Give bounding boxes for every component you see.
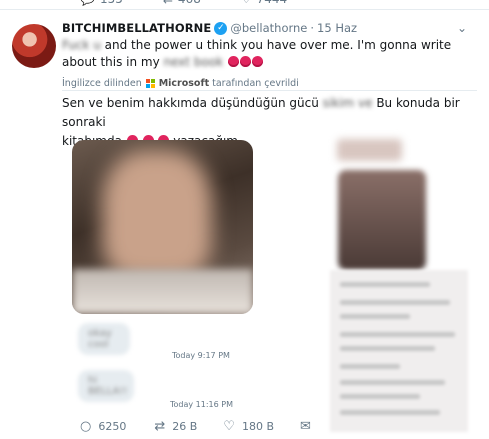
message-bubble: okay cool	[78, 323, 130, 355]
message-timestamp: Today 9:17 PM	[172, 351, 230, 360]
tweet-text: Fuck u and the power u think you have ov…	[62, 37, 477, 71]
prev-like-count[interactable]: ♡7444	[241, 0, 287, 8]
prev-retweet-count[interactable]: ⇄468	[163, 0, 201, 8]
reply-count: 6250	[98, 419, 127, 433]
like-button[interactable]: ♡ 180 B	[223, 419, 274, 434]
message-bubble: hi BELLA!!	[78, 370, 134, 402]
reply-icon: 💬	[80, 0, 95, 6]
retweet-icon: ⇄	[163, 0, 173, 6]
user-handle[interactable]: @bellathorne	[230, 21, 307, 35]
blurred-text: Fuck u	[62, 38, 101, 52]
like-count: 180 B	[241, 419, 274, 433]
microsoft-label: Microsoft	[158, 78, 210, 89]
microsoft-logo-icon	[145, 79, 155, 88]
tweet-actions: ○ 6250 ⇄ 26 B ♡ 180 B ✉	[74, 418, 311, 434]
media-photo[interactable]	[72, 140, 253, 314]
display-name[interactable]: BITCHIMBELLATHORNE	[62, 21, 211, 35]
previous-tweet-actions: 💬155 ⇄468 ♡7444	[80, 0, 287, 8]
chevron-down-icon[interactable]: ⌄	[457, 21, 467, 35]
prev-reply-count[interactable]: 💬155	[80, 0, 123, 8]
blurred-text: next book	[163, 55, 224, 69]
reply-icon: ○	[80, 418, 92, 434]
heart-icon: ♡	[241, 0, 252, 6]
retweet-icon: ⇄	[154, 418, 166, 434]
heart-icon: ♡	[223, 418, 235, 434]
tweet-date[interactable]: 15 Haz	[317, 21, 357, 35]
reply-button[interactable]: ○ 6250	[80, 419, 126, 434]
media-photo-thumbnail[interactable]	[338, 170, 426, 270]
message-timestamp: Today 11:16 PM	[170, 400, 234, 409]
angry-face-icon	[228, 56, 239, 67]
retweet-count: 26 B	[172, 419, 198, 433]
separator-dot: ·	[310, 21, 315, 35]
avatar[interactable]	[12, 24, 56, 68]
share-icon: ✉	[300, 418, 311, 434]
angry-face-icon	[252, 56, 263, 67]
tweet-header: BITCHIMBELLATHORNE ✓ @bellathorne · 15 H…	[62, 19, 481, 37]
verified-badge-icon: ✓	[214, 21, 228, 35]
media-blurred-area	[337, 139, 402, 161]
angry-face-icon	[240, 56, 251, 67]
tweet-divider	[0, 9, 489, 10]
media-screenshot[interactable]	[330, 270, 468, 432]
blurred-text: sikim ve	[322, 96, 373, 110]
translation-attribution: İngilizce dilinden Microsoft tarafından …	[62, 78, 299, 89]
translation-divider	[62, 90, 477, 91]
retweet-button[interactable]: ⇄ 26 B	[154, 419, 197, 434]
share-button[interactable]: ✉	[300, 419, 311, 434]
